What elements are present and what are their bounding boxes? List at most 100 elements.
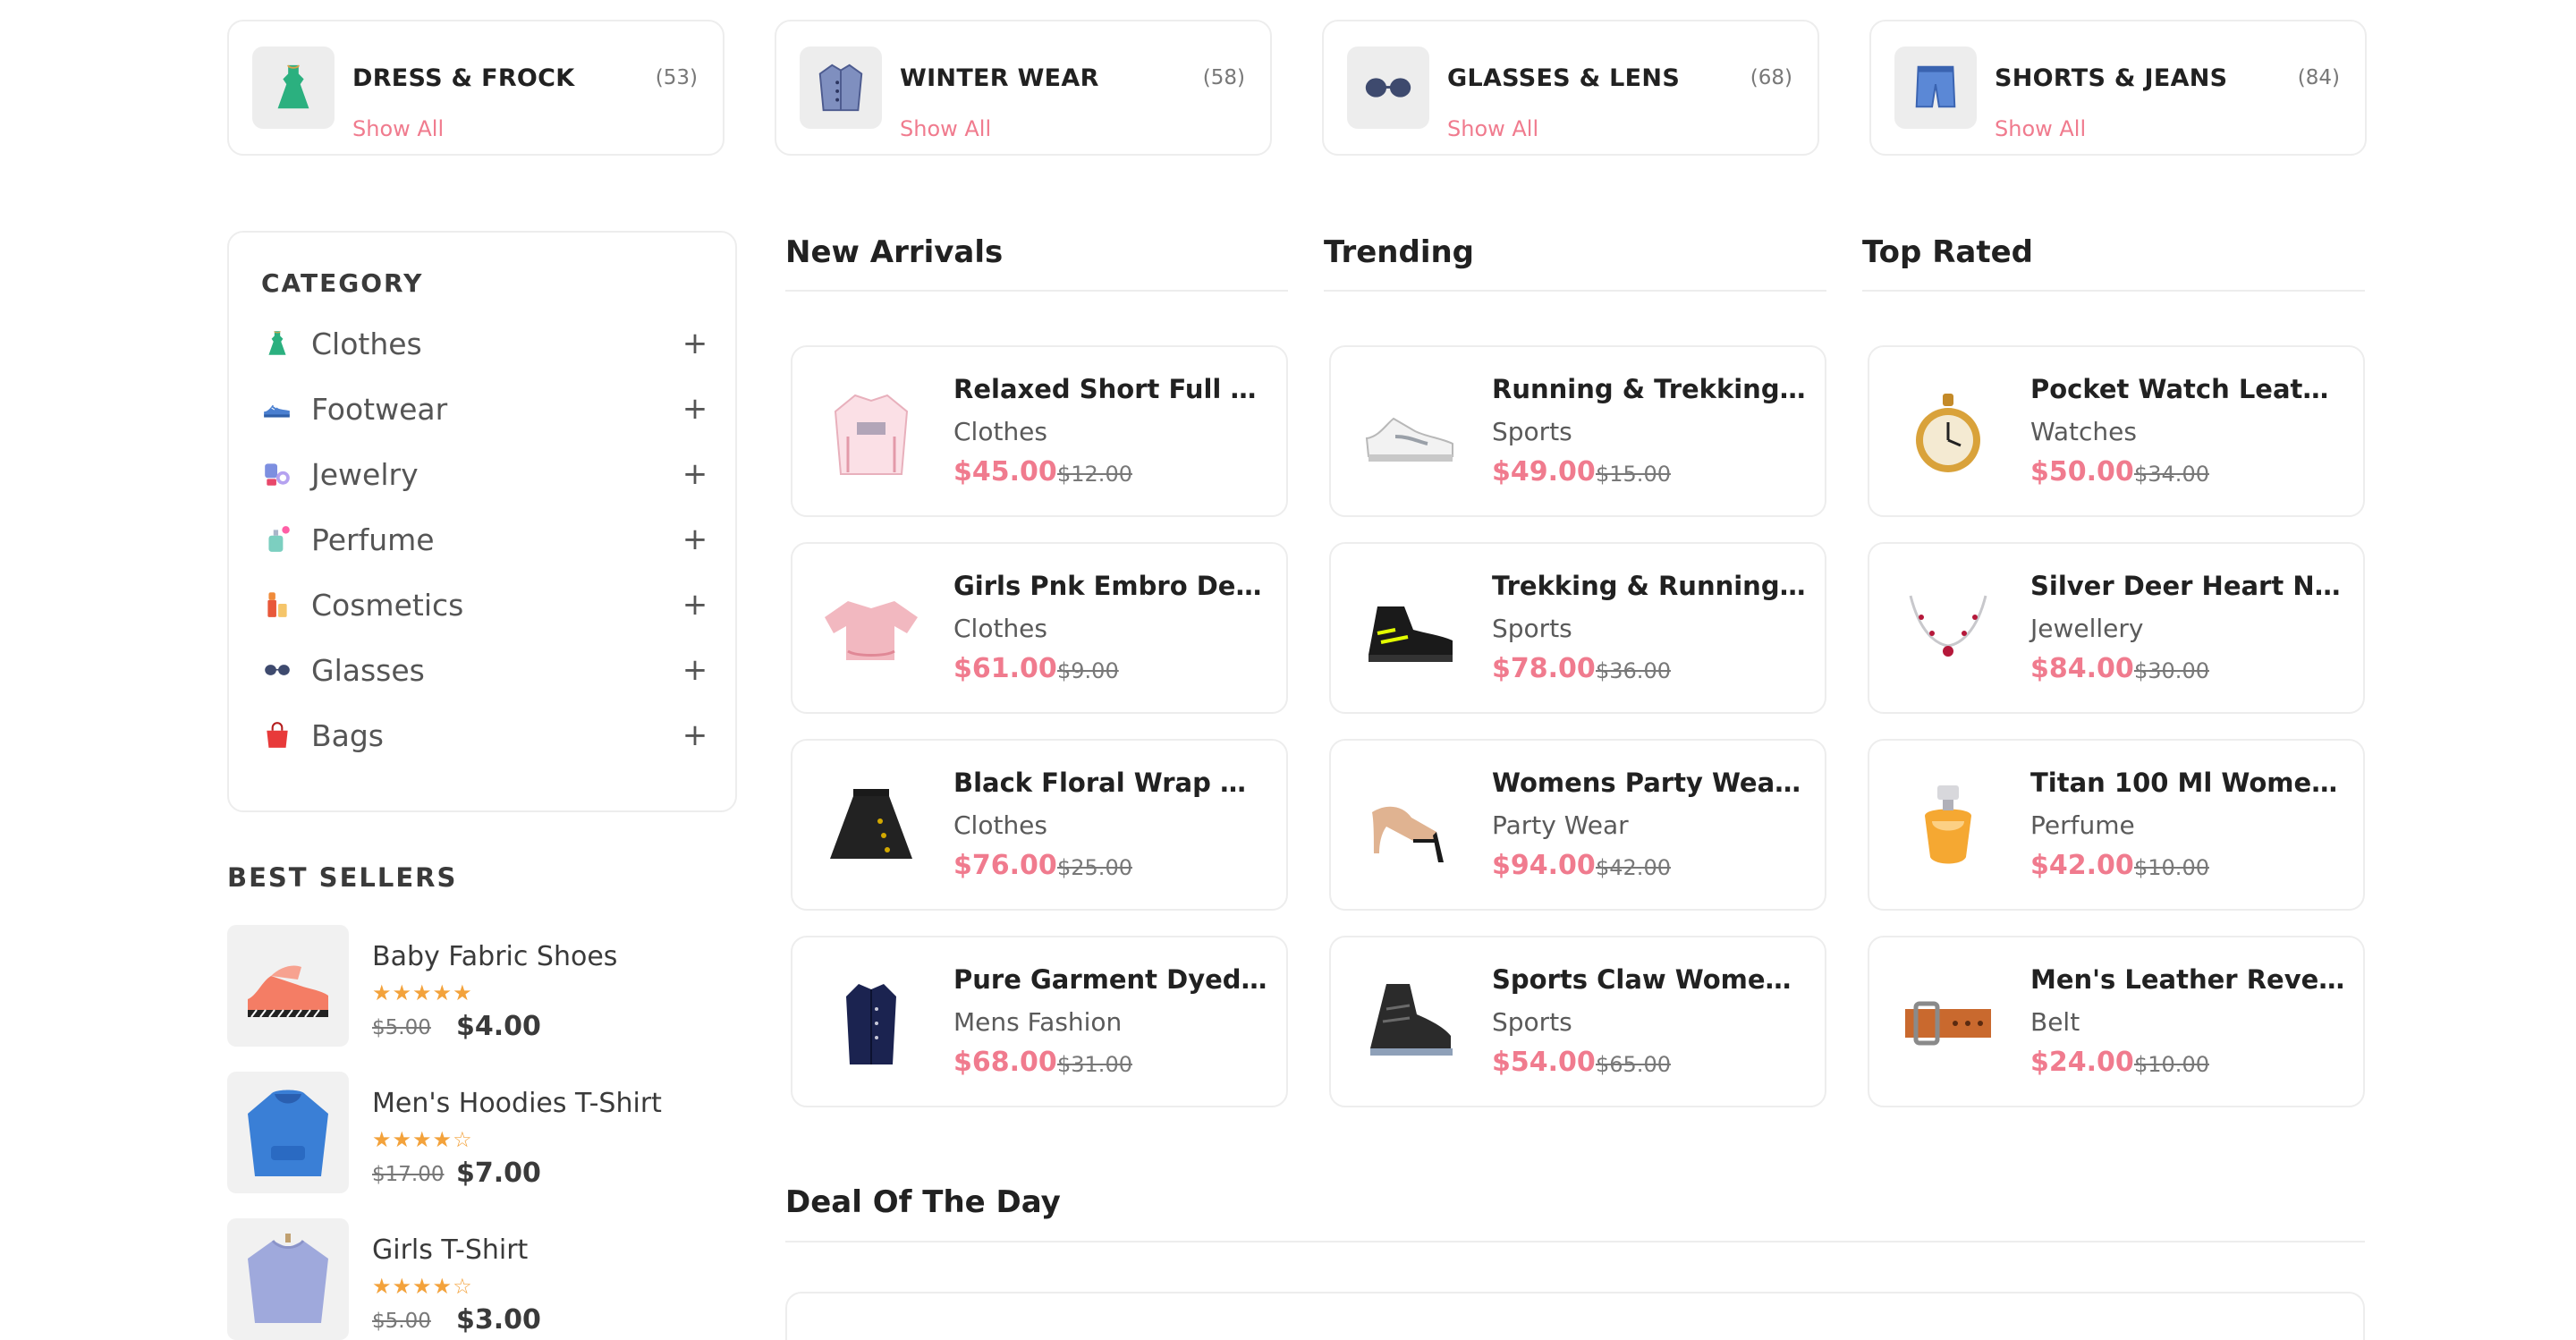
- product-card[interactable]: Titan 100 Ml Womens Perfume Perfume $42.00…: [1868, 739, 2365, 911]
- product-price: $68.00: [953, 1047, 1057, 1078]
- sidebar-category-menu: CATEGORY Clothes + Footwear + Jewelry + …: [227, 231, 737, 812]
- category-card-title: DRESS & FROCK: [352, 64, 575, 92]
- expand-toggle[interactable]: +: [682, 456, 708, 492]
- product-price: $45.00: [953, 456, 1057, 488]
- product-name[interactable]: Titan 100 Ml Womens Perfume: [2030, 768, 2345, 798]
- category-card-glasses[interactable]: GLASSES & LENS (68) Show All: [1322, 20, 1819, 156]
- product-category: Clothes: [953, 417, 1047, 446]
- product-name[interactable]: Running & Trekking Shoes - White: [1492, 374, 1807, 404]
- perfume-icon: [261, 523, 293, 556]
- product-card[interactable]: Relaxed Short Full Sleeve T-Shirt Clothes…: [791, 345, 1288, 517]
- deal-of-the-day-title: Deal Of The Day: [785, 1184, 1061, 1220]
- product-card[interactable]: Girls Pnk Embro Design Top Clothes $61.00$…: [791, 542, 1288, 714]
- product-name[interactable]: Silver Deer Heart Necklace: [2030, 571, 2345, 601]
- category-card-count: (58): [1202, 66, 1245, 89]
- product-card[interactable]: Pocket Watch Leather Pouch Watches $50.00$…: [1868, 345, 2365, 517]
- expand-toggle[interactable]: +: [682, 522, 708, 557]
- sneaker-icon: [1356, 379, 1463, 487]
- category-card-winter[interactable]: WINTER WEAR (58) Show All: [775, 20, 1272, 156]
- best-seller-item[interactable]: Baby Fabric Shoes ★★★★★ $5.00 $4.00: [227, 925, 728, 1050]
- sidebar-item-label: Footwear: [311, 391, 448, 427]
- product-card[interactable]: Silver Deer Heart Necklace Jewellery $84.0…: [1868, 542, 2365, 714]
- product-price: $42.00: [2030, 850, 2134, 881]
- product-category: Sports: [1492, 1007, 1572, 1037]
- best-seller-name[interactable]: Baby Fabric Shoes: [372, 941, 617, 972]
- product-name[interactable]: Men's Leather Reversible Belt: [2030, 964, 2345, 995]
- expand-toggle[interactable]: +: [682, 391, 708, 427]
- product-name[interactable]: Sports Claw Women's Shoes: [1492, 964, 1807, 995]
- dress-icon: [261, 327, 293, 360]
- product-price: $61.00: [953, 653, 1057, 684]
- category-card-shorts[interactable]: SHORTS & JEANS (84) Show All: [1869, 20, 2367, 156]
- sidebar-item-bags[interactable]: Bags +: [261, 710, 708, 760]
- product-card[interactable]: Black Floral Wrap Midi Skirt Clothes $76.0…: [791, 739, 1288, 911]
- product-name[interactable]: Girls Pnk Embro Design Top: [953, 571, 1268, 601]
- best-seller-item[interactable]: Men's Hoodies T-Shirt ★★★★☆ $17.00 $7.00: [227, 1072, 728, 1197]
- section-divider: [1324, 290, 1826, 292]
- sidebar-item-footwear[interactable]: Footwear +: [261, 384, 708, 434]
- sidebar-item-perfume[interactable]: Perfume +: [261, 514, 708, 564]
- sidebar-item-label: Cosmetics: [311, 587, 464, 623]
- show-all-link[interactable]: Show All: [1447, 116, 1538, 141]
- product-old-price: $10.00: [2134, 1052, 2209, 1077]
- product-card[interactable]: Men's Leather Reversible Belt Belt $24.00$…: [1868, 936, 2365, 1107]
- product-price: $94.00: [1492, 850, 1596, 881]
- product-old-price: $25.00: [1057, 855, 1132, 880]
- product-price: $54.00: [1492, 1047, 1596, 1078]
- sidebar-item-clothes[interactable]: Clothes +: [261, 318, 708, 369]
- product-category: Perfume: [2030, 810, 2135, 840]
- category-card-count: (68): [1750, 66, 1792, 89]
- belt-icon: [1894, 970, 2002, 1077]
- product-name[interactable]: Pure Garment Dyed Cotton Shirt: [953, 964, 1268, 995]
- sidebar-title: CATEGORY: [261, 268, 424, 298]
- sidebar-item-glasses[interactable]: Glasses +: [261, 645, 708, 695]
- top-rated-title: Top Rated: [1862, 234, 2033, 270]
- product-card[interactable]: Sports Claw Women's Shoes Sports $54.00$65…: [1329, 936, 1826, 1107]
- product-card[interactable]: Trekking & Running Shoes - black Sports $7…: [1329, 542, 1826, 714]
- bag-icon: [261, 719, 293, 751]
- old-price: $5.00: [372, 1310, 431, 1333]
- product-price: $84.00: [2030, 653, 2134, 684]
- sidebar-item-label: Perfume: [311, 522, 435, 557]
- show-all-link[interactable]: Show All: [1995, 116, 2086, 141]
- sidebar-item-label: Jewelry: [311, 456, 419, 492]
- top-icon: [818, 576, 925, 683]
- product-old-price: $9.00: [1057, 658, 1119, 683]
- product-name[interactable]: Trekking & Running Shoes - black: [1492, 571, 1807, 601]
- product-old-price: $34.00: [2134, 462, 2209, 487]
- best-seller-item[interactable]: Girls T-Shirt ★★★★☆ $5.00 $3.00: [227, 1218, 728, 1340]
- product-category: Watches: [2030, 417, 2137, 446]
- expand-toggle[interactable]: +: [682, 587, 708, 623]
- best-seller-name[interactable]: Men's Hoodies T-Shirt: [372, 1088, 662, 1119]
- product-name[interactable]: Relaxed Short Full Sleeve T-Shirt: [953, 374, 1268, 404]
- expand-toggle[interactable]: +: [682, 326, 708, 361]
- expand-toggle[interactable]: +: [682, 717, 708, 753]
- jewelry-icon: [261, 458, 293, 490]
- category-card-dress[interactable]: DRESS & FROCK (53) Show All: [227, 20, 724, 156]
- product-category: Sports: [1492, 614, 1572, 643]
- product-name[interactable]: Pocket Watch Leather Pouch: [2030, 374, 2345, 404]
- product-name[interactable]: Black Floral Wrap Midi Skirt: [953, 768, 1268, 798]
- product-card[interactable]: Womens Party Wear Shoes Party Wear $94.00$…: [1329, 739, 1826, 911]
- hightop-icon: [1356, 970, 1463, 1077]
- glasses-icon: [261, 654, 293, 686]
- product-old-price: $31.00: [1057, 1052, 1132, 1077]
- necklace-icon: [1894, 576, 2002, 683]
- product-price: $49.00: [1492, 456, 1596, 488]
- product-card[interactable]: Running & Trekking Shoes - White Sports $4…: [1329, 345, 1826, 517]
- product-card[interactable]: Pure Garment Dyed Cotton Shirt Mens Fashi…: [791, 936, 1288, 1107]
- expand-toggle[interactable]: +: [682, 652, 708, 688]
- sidebar-item-cosmetics[interactable]: Cosmetics +: [261, 580, 708, 630]
- show-all-link[interactable]: Show All: [352, 116, 444, 141]
- sidebar-item-jewelry[interactable]: Jewelry +: [261, 449, 708, 499]
- rating-stars: ★★★★☆: [372, 1274, 473, 1299]
- product-price: $78.00: [1492, 653, 1596, 684]
- skirt-icon: [818, 773, 925, 880]
- section-divider: [1862, 290, 2365, 292]
- sweater-icon: [227, 1218, 349, 1340]
- price: $3.00: [456, 1304, 541, 1336]
- product-old-price: $10.00: [2134, 855, 2209, 880]
- best-seller-name[interactable]: Girls T-Shirt: [372, 1234, 528, 1266]
- product-name[interactable]: Womens Party Wear Shoes: [1492, 768, 1807, 798]
- show-all-link[interactable]: Show All: [900, 116, 991, 141]
